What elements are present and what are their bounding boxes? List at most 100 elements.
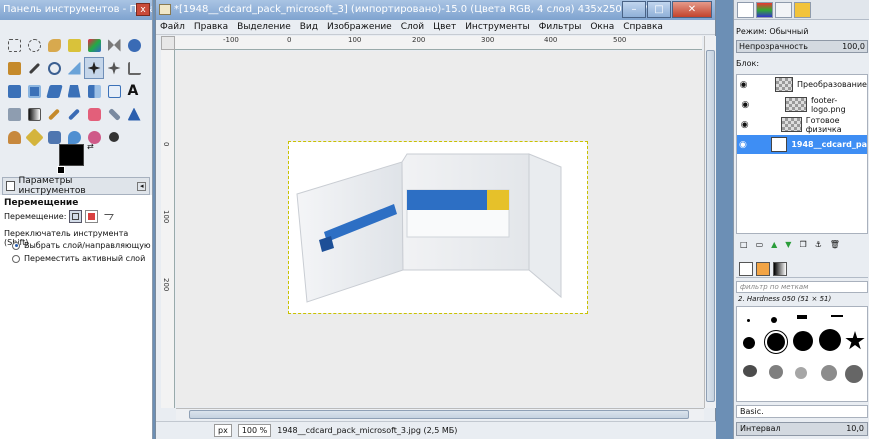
rotate-tool-icon[interactable] xyxy=(4,80,24,102)
bucket-fill-tool-icon[interactable] xyxy=(4,103,24,125)
cage-tool-icon[interactable] xyxy=(104,80,124,102)
rect-select-tool-icon[interactable] xyxy=(4,34,24,56)
layer-name[interactable]: Готовое физичка xyxy=(806,116,867,134)
foreground-select-tool-icon[interactable] xyxy=(124,34,144,56)
ellipse-select-tool-icon[interactable] xyxy=(24,34,44,56)
layer-name[interactable]: footer-logo.png xyxy=(811,96,867,114)
flip-tool-icon[interactable] xyxy=(84,80,104,102)
close-button[interactable]: ✕ xyxy=(672,1,712,18)
brush-grid[interactable] xyxy=(736,306,868,402)
menu-help[interactable]: Справка xyxy=(623,22,663,32)
radio-active-layer-label[interactable]: Переместить активный слой xyxy=(24,254,145,263)
airbrush-tool-icon[interactable] xyxy=(104,103,124,125)
unit-select[interactable]: px xyxy=(214,424,232,437)
image-layer-boundary[interactable] xyxy=(288,141,588,314)
vertical-scroll-thumb[interactable] xyxy=(706,50,715,402)
paintbrush-tool-icon[interactable] xyxy=(64,103,84,125)
shear-tool-icon[interactable] xyxy=(44,80,64,102)
layers-tab-icon[interactable] xyxy=(737,2,754,18)
perspective-tool-icon[interactable] xyxy=(64,80,84,102)
foreground-color-swatch[interactable] xyxy=(59,144,84,166)
move-path-mode-icon[interactable] xyxy=(101,210,115,223)
opacity-value[interactable]: 100,0 xyxy=(842,41,865,52)
star-brush-icon[interactable] xyxy=(845,331,865,350)
channels-tab-icon[interactable] xyxy=(756,2,773,18)
brush-preview[interactable] xyxy=(769,365,783,379)
brush-preview[interactable] xyxy=(793,331,813,351)
blend-tool-icon[interactable] xyxy=(24,103,44,125)
menu-view[interactable]: Вид xyxy=(300,22,318,32)
paths-tool-icon[interactable] xyxy=(4,57,24,79)
menu-file[interactable]: Файл xyxy=(160,22,185,32)
brush-preview[interactable] xyxy=(795,367,807,379)
swap-colors-icon[interactable]: ⇄ xyxy=(87,142,94,151)
undo-tab-icon[interactable] xyxy=(794,2,811,18)
patterns-tab-icon[interactable] xyxy=(756,261,770,276)
horizontal-ruler[interactable]: -100 0 100 200 300 400 500 xyxy=(175,36,702,50)
new-layer-group-icon[interactable]: ▭ xyxy=(756,240,764,249)
brush-preview-selected[interactable] xyxy=(764,330,788,354)
menu-select[interactable]: Выделение xyxy=(237,22,291,32)
raise-layer-icon[interactable]: ▲ xyxy=(771,240,777,249)
tool-options-tab-icon[interactable] xyxy=(6,181,16,191)
anchor-layer-icon[interactable]: ⚓ xyxy=(815,240,822,249)
horizontal-scroll-thumb[interactable] xyxy=(189,410,689,419)
layer-row[interactable]: ◉ footer-logo.png xyxy=(737,95,867,114)
measure-tool-icon[interactable] xyxy=(64,57,84,79)
color-picker-tool-icon[interactable] xyxy=(24,57,44,79)
tool-options-tab-label[interactable]: Параметры инструментов xyxy=(18,176,134,196)
brush-preview[interactable] xyxy=(771,317,777,323)
minimize-button[interactable]: – xyxy=(622,1,646,18)
brush-preset-select[interactable]: Basic. xyxy=(736,405,868,418)
vertical-ruler[interactable]: 0 100 200 xyxy=(161,50,175,408)
brush-preview[interactable] xyxy=(845,365,863,383)
menu-image[interactable]: Изображение xyxy=(327,22,392,32)
zoom-tool-icon[interactable] xyxy=(44,57,64,79)
menu-edit[interactable]: Правка xyxy=(194,22,228,32)
tag-filter-input[interactable]: фильтр по меткам xyxy=(736,281,868,293)
menu-tools[interactable]: Инструменты xyxy=(465,22,529,32)
scissors-tool-icon[interactable] xyxy=(104,34,124,56)
align-tool-icon[interactable] xyxy=(104,57,124,79)
duplicate-layer-icon[interactable]: ❐ xyxy=(799,240,806,249)
ruler-corner[interactable] xyxy=(161,36,175,50)
move-tool-icon[interactable] xyxy=(84,57,104,79)
brush-preview[interactable] xyxy=(797,315,807,319)
new-layer-icon[interactable]: □ xyxy=(740,240,748,249)
menu-layer[interactable]: Слой xyxy=(401,22,424,32)
spacing-value[interactable]: 10,0 xyxy=(846,423,864,435)
spacing-slider[interactable]: Интервал 10,0 xyxy=(736,422,868,436)
select-by-color-tool-icon[interactable] xyxy=(84,34,104,56)
brushes-tab-icon[interactable] xyxy=(739,261,753,276)
delete-layer-icon[interactable]: 🗑 xyxy=(830,240,840,249)
heal-tool-icon[interactable] xyxy=(24,126,44,148)
gradients-tab-icon[interactable] xyxy=(773,261,787,276)
layer-row[interactable]: ◉ Готовое физичка xyxy=(737,115,867,134)
vertical-scrollbar[interactable] xyxy=(704,36,716,408)
lower-layer-icon[interactable]: ▼ xyxy=(785,240,791,249)
blend-mode-select[interactable]: Режим: Обычный xyxy=(736,27,868,36)
maximize-button[interactable]: □ xyxy=(647,1,671,18)
scale-tool-icon[interactable] xyxy=(24,80,44,102)
brush-preview[interactable] xyxy=(743,365,757,377)
eraser-tool-icon[interactable] xyxy=(84,103,104,125)
brush-preview[interactable] xyxy=(743,337,755,349)
brush-preview[interactable] xyxy=(747,319,750,322)
ink-tool-icon[interactable] xyxy=(124,103,144,125)
clone-tool-icon[interactable] xyxy=(4,126,24,148)
radio-active-layer-row[interactable]: Переместить активный слой xyxy=(12,254,145,263)
text-tool-icon[interactable]: A xyxy=(124,80,144,102)
image-canvas[interactable] xyxy=(176,51,704,407)
free-select-tool-icon[interactable] xyxy=(44,34,64,56)
paths-tab-icon[interactable] xyxy=(775,2,792,18)
radio-pick-layer[interactable] xyxy=(12,241,20,250)
opacity-slider[interactable]: Непрозрачность 100,0 xyxy=(736,40,868,53)
tab-menu-icon[interactable]: ◂ xyxy=(137,181,146,191)
zoom-select[interactable]: 100 % xyxy=(237,424,272,437)
layer-name[interactable]: 1948__cdcard_pa xyxy=(791,140,867,149)
visibility-eye-icon[interactable]: ◉ xyxy=(737,80,750,90)
visibility-eye-icon[interactable]: ◉ xyxy=(737,100,754,110)
visibility-eye-icon[interactable]: ◉ xyxy=(737,120,752,130)
layer-row[interactable]: ◉ Преобразование xyxy=(737,75,867,94)
fuzzy-select-tool-icon[interactable] xyxy=(64,34,84,56)
